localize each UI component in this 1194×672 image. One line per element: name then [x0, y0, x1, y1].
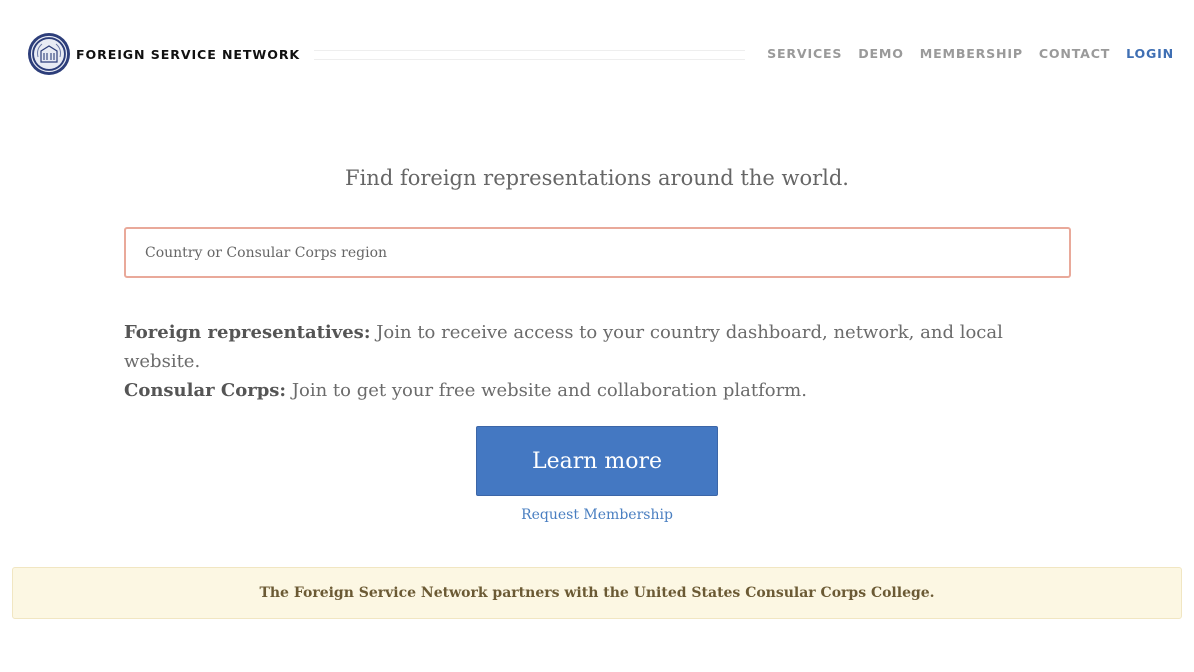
search-input[interactable]	[124, 227, 1071, 278]
seal-icon	[28, 33, 70, 75]
page-headline: Find foreign representations around the …	[345, 166, 849, 190]
site-header: FOREIGN SERVICE NETWORK SERVICES DEMO ME…	[0, 0, 1194, 110]
info-line-consular-corps: Consular Corps: Join to get your free we…	[124, 376, 1084, 405]
info-text: Join to get your free website and collab…	[291, 380, 807, 401]
nav-services[interactable]: SERVICES	[767, 46, 842, 61]
nav-demo[interactable]: DEMO	[858, 46, 904, 61]
nav-membership[interactable]: MEMBERSHIP	[920, 46, 1023, 61]
main-nav: SERVICES DEMO MEMBERSHIP CONTACT LOGIN	[745, 46, 1174, 61]
nav-login[interactable]: LOGIN	[1126, 46, 1174, 61]
banner-text: The Foreign Service Network partners wit…	[259, 585, 935, 601]
nav-contact[interactable]: CONTACT	[1039, 46, 1110, 61]
brand[interactable]: FOREIGN SERVICE NETWORK	[27, 32, 315, 76]
partner-banner: The Foreign Service Network partners wit…	[12, 567, 1182, 619]
learn-more-button[interactable]: Learn more	[476, 426, 718, 496]
info-label: Consular Corps:	[124, 380, 287, 401]
info-label: Foreign representatives:	[124, 322, 371, 343]
info-line-representatives: Foreign representatives: Join to receive…	[124, 318, 1084, 376]
request-membership: Request Membership	[0, 507, 1194, 523]
membership-info: Foreign representatives: Join to receive…	[124, 318, 1084, 405]
brand-name: FOREIGN SERVICE NETWORK	[76, 46, 301, 62]
request-membership-link[interactable]: Request Membership	[521, 507, 673, 523]
